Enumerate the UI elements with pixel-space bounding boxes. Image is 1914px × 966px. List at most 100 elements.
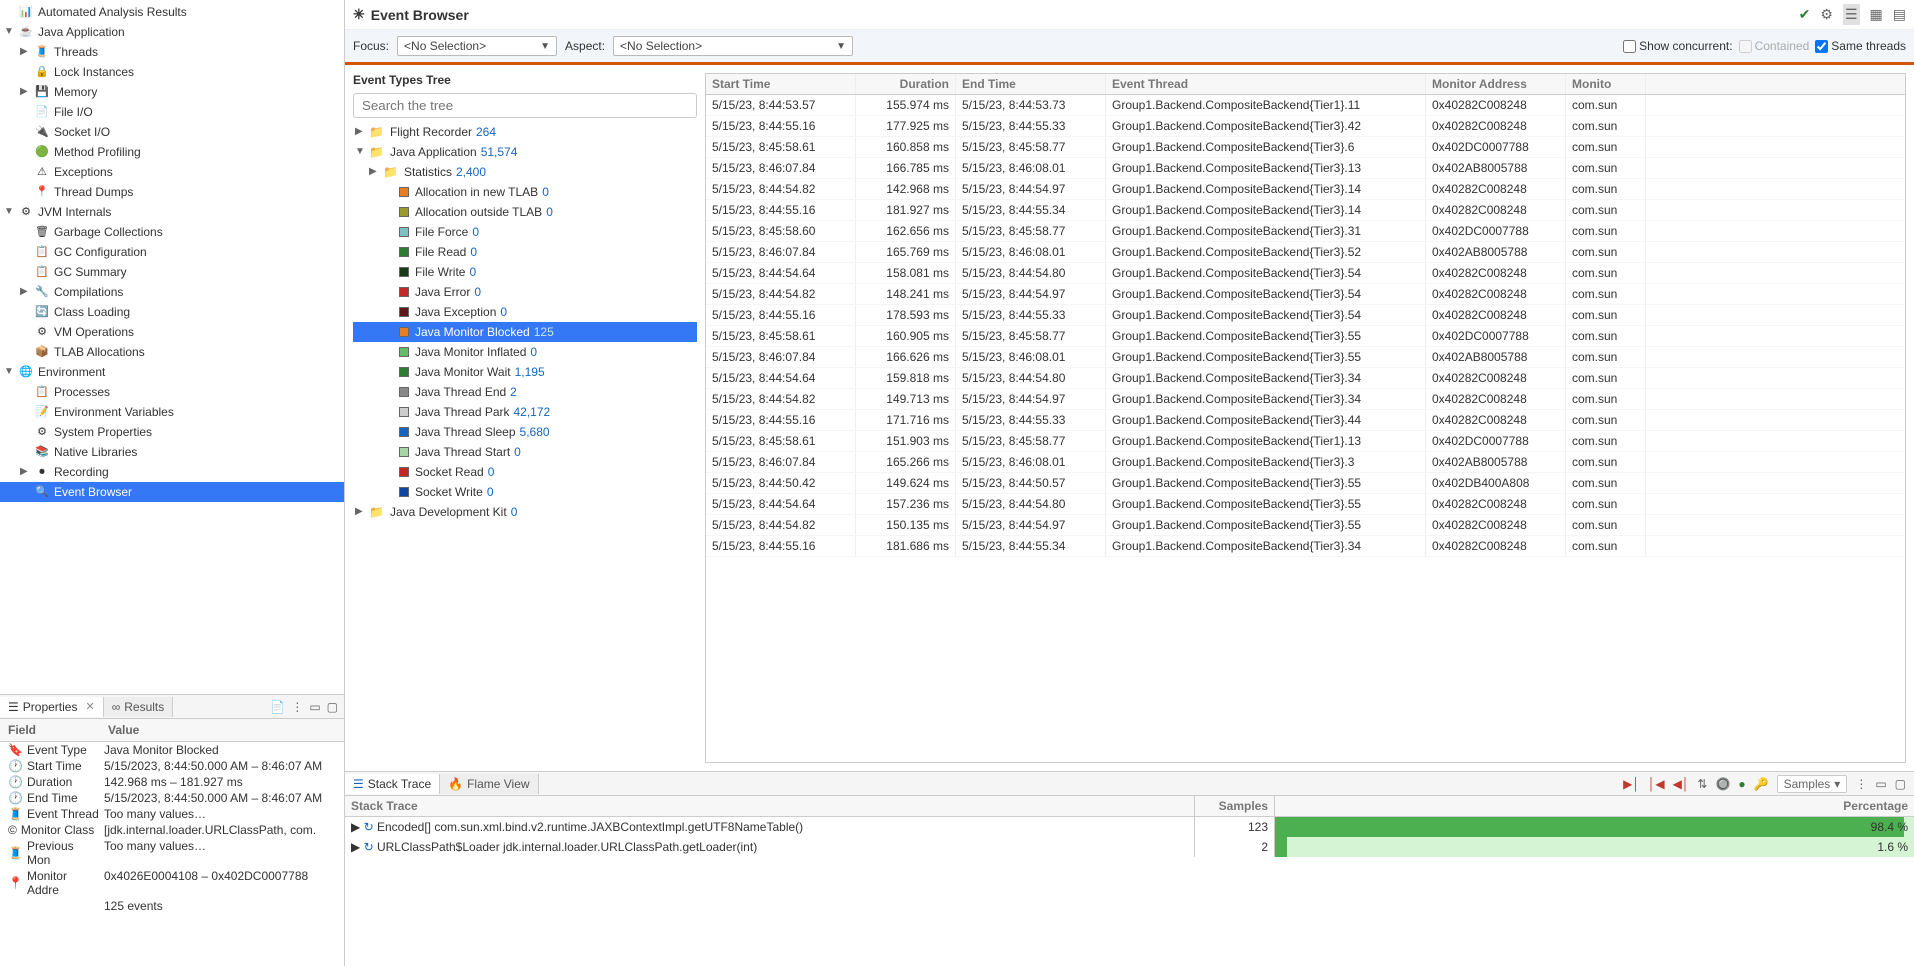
nav-item[interactable]: 🔒Lock Instances [0, 62, 344, 82]
focus-select[interactable]: <No Selection>▼ [397, 36, 557, 56]
event-row[interactable]: 5/15/23, 8:44:54.82142.968 ms5/15/23, 8:… [706, 179, 1905, 200]
nav-item[interactable]: ▶🔧Compilations [0, 282, 344, 302]
new-icon[interactable]: 📄 [270, 700, 285, 714]
nav-item[interactable]: ⚙System Properties [0, 422, 344, 442]
event-type-item[interactable]: Java Error0 [353, 282, 697, 302]
expand-icon[interactable]: ▶ [351, 820, 360, 834]
nav-item[interactable]: 🔌Socket I/O [0, 122, 344, 142]
event-type-item[interactable]: Allocation outside TLAB0 [353, 202, 697, 222]
same-threads-check[interactable]: Same threads [1815, 39, 1906, 53]
nav-item[interactable]: 📋GC Summary [0, 262, 344, 282]
nav-item[interactable]: 🟢Method Profiling [0, 142, 344, 162]
event-row[interactable]: 5/15/23, 8:44:54.82148.241 ms5/15/23, 8:… [706, 284, 1905, 305]
tab-flame-view[interactable]: 🔥 Flame View [440, 774, 538, 794]
tab-results[interactable]: ∞ Results [104, 697, 174, 717]
nav-item[interactable]: 🔍Event Browser [0, 482, 344, 502]
event-type-item[interactable]: Java Monitor Inflated0 [353, 342, 697, 362]
event-row[interactable]: 5/15/23, 8:44:54.64158.081 ms5/15/23, 8:… [706, 263, 1905, 284]
view-list-icon[interactable]: ☰ [1843, 4, 1860, 25]
property-row[interactable]: 🕐Start Time5/15/2023, 8:44:50.000 AM – 8… [0, 758, 344, 774]
event-row[interactable]: 5/15/23, 8:46:07.84166.785 ms5/15/23, 8:… [706, 158, 1905, 179]
event-row[interactable]: 5/15/23, 8:46:07.84165.266 ms5/15/23, 8:… [706, 452, 1905, 473]
event-type-item[interactable]: ▼📁Java Application51,574 [353, 142, 697, 162]
nav-item[interactable]: ▶🧵Threads [0, 42, 344, 62]
event-row[interactable]: 5/15/23, 8:45:58.61160.858 ms5/15/23, 8:… [706, 137, 1905, 158]
event-type-item[interactable]: File Force0 [353, 222, 697, 242]
nav-end-icon[interactable]: ◀│ [1673, 777, 1690, 791]
event-row[interactable]: 5/15/23, 8:44:54.82150.135 ms5/15/23, 8:… [706, 515, 1905, 536]
show-concurrent-check[interactable]: Show concurrent: [1623, 39, 1732, 53]
property-row[interactable]: 📍Monitor Addre0x4026E0004108 – 0x402DC00… [0, 868, 344, 898]
event-type-item[interactable]: File Read0 [353, 242, 697, 262]
nav-item[interactable]: 📋GC Configuration [0, 242, 344, 262]
menu-icon[interactable]: ⋮ [1855, 777, 1867, 791]
nav-item[interactable]: 📦TLAB Allocations [0, 342, 344, 362]
nav-item[interactable]: 📊Automated Analysis Results [0, 2, 344, 22]
event-type-item[interactable]: ▶📁Statistics2,400 [353, 162, 697, 182]
nav-back-icon[interactable]: ▶│ [1623, 777, 1640, 791]
event-row[interactable]: 5/15/23, 8:44:55.16171.716 ms5/15/23, 8:… [706, 410, 1905, 431]
nav-item[interactable]: ▼⚙JVM Internals [0, 202, 344, 222]
view-column-icon[interactable]: ▤ [1893, 6, 1906, 23]
nav-item[interactable]: 📚Native Libraries [0, 442, 344, 462]
nav-item[interactable]: ▶⏺Recording [0, 462, 344, 482]
maximize-icon[interactable]: ▢ [1895, 777, 1906, 791]
stack-trace-row[interactable]: ▶ ↻ Encoded[] com.sun.xml.bind.v2.runtim… [345, 817, 1914, 837]
nav-item[interactable]: 📍Thread Dumps [0, 182, 344, 202]
event-type-item[interactable]: Java Thread Park42,172 [353, 402, 697, 422]
menu-icon[interactable]: ⋮ [291, 700, 303, 714]
samples-dropdown[interactable]: Samples▾ [1777, 775, 1848, 793]
nav-item[interactable]: 🔄Class Loading [0, 302, 344, 322]
event-type-item[interactable]: ▶📁Java Development Kit0 [353, 502, 697, 522]
event-row[interactable]: 5/15/23, 8:44:53.57155.974 ms5/15/23, 8:… [706, 95, 1905, 116]
stack-trace-row[interactable]: ▶ ↻ URLClassPath$Loader jdk.internal.loa… [345, 837, 1914, 857]
event-type-item[interactable]: Java Thread End2 [353, 382, 697, 402]
event-row[interactable]: 5/15/23, 8:45:58.60162.656 ms5/15/23, 8:… [706, 221, 1905, 242]
event-row[interactable]: 5/15/23, 8:44:55.16181.927 ms5/15/23, 8:… [706, 200, 1905, 221]
expand-icon[interactable]: ▶ [351, 840, 360, 854]
event-row[interactable]: 5/15/23, 8:44:54.82149.713 ms5/15/23, 8:… [706, 389, 1905, 410]
filter3-icon[interactable]: 🔑 [1754, 777, 1769, 791]
property-row[interactable]: 🕐End Time5/15/2023, 8:44:50.000 AM – 8:4… [0, 790, 344, 806]
event-type-item[interactable]: Socket Read0 [353, 462, 697, 482]
event-type-item[interactable]: Java Exception0 [353, 302, 697, 322]
nav-item[interactable]: ▼🌐Environment [0, 362, 344, 382]
contained-check[interactable]: Contained [1739, 39, 1810, 53]
close-icon[interactable]: ✕ [85, 700, 94, 713]
event-type-item[interactable]: Allocation in new TLAB0 [353, 182, 697, 202]
event-type-item[interactable]: Java Monitor Blocked125 [353, 322, 697, 342]
property-row[interactable]: ©Monitor Class[jdk.internal.loader.URLCl… [0, 822, 344, 838]
event-type-item[interactable]: Socket Write0 [353, 482, 697, 502]
minimize-icon[interactable]: ▭ [1875, 777, 1886, 791]
nav-next-icon[interactable]: │◀ [1648, 777, 1665, 791]
event-row[interactable]: 5/15/23, 8:46:07.84165.769 ms5/15/23, 8:… [706, 242, 1905, 263]
property-row[interactable]: 125 events [0, 898, 344, 914]
nav-item[interactable]: 🗑Garbage Collections [0, 222, 344, 242]
minimize-icon[interactable]: ▭ [309, 700, 320, 714]
nav-item[interactable]: ▶💾Memory [0, 82, 344, 102]
search-input[interactable] [353, 93, 697, 118]
maximize-icon[interactable]: ▢ [327, 700, 338, 714]
nav-item[interactable]: ⚙VM Operations [0, 322, 344, 342]
filter2-icon[interactable]: ● [1738, 777, 1745, 791]
event-type-item[interactable]: Java Monitor Wait1,195 [353, 362, 697, 382]
property-row[interactable]: 🧵Event ThreadToo many values… [0, 806, 344, 822]
aspect-select[interactable]: <No Selection>▼ [613, 36, 853, 56]
filter1-icon[interactable]: 🔘 [1715, 777, 1730, 791]
settings-icon[interactable]: ⚙ [1820, 6, 1833, 23]
event-type-item[interactable]: Java Thread Sleep5,680 [353, 422, 697, 442]
event-type-item[interactable]: File Write0 [353, 262, 697, 282]
event-row[interactable]: 5/15/23, 8:44:55.16181.686 ms5/15/23, 8:… [706, 536, 1905, 557]
event-row[interactable]: 5/15/23, 8:44:50.42149.624 ms5/15/23, 8:… [706, 473, 1905, 494]
event-type-item[interactable]: ▶📁Flight Recorder264 [353, 122, 697, 142]
tab-properties[interactable]: ☰ Properties ✕ [0, 697, 104, 717]
check-icon[interactable]: ✔ [1799, 6, 1811, 23]
nav-item[interactable]: ⚠Exceptions [0, 162, 344, 182]
event-row[interactable]: 5/15/23, 8:44:55.16178.593 ms5/15/23, 8:… [706, 305, 1905, 326]
event-row[interactable]: 5/15/23, 8:44:54.64159.818 ms5/15/23, 8:… [706, 368, 1905, 389]
nav-item[interactable]: 📄File I/O [0, 102, 344, 122]
event-row[interactable]: 5/15/23, 8:45:58.61151.903 ms5/15/23, 8:… [706, 431, 1905, 452]
nav-item[interactable]: ▼☕Java Application [0, 22, 344, 42]
nav-item[interactable]: 📋Processes [0, 382, 344, 402]
event-row[interactable]: 5/15/23, 8:44:54.64157.236 ms5/15/23, 8:… [706, 494, 1905, 515]
